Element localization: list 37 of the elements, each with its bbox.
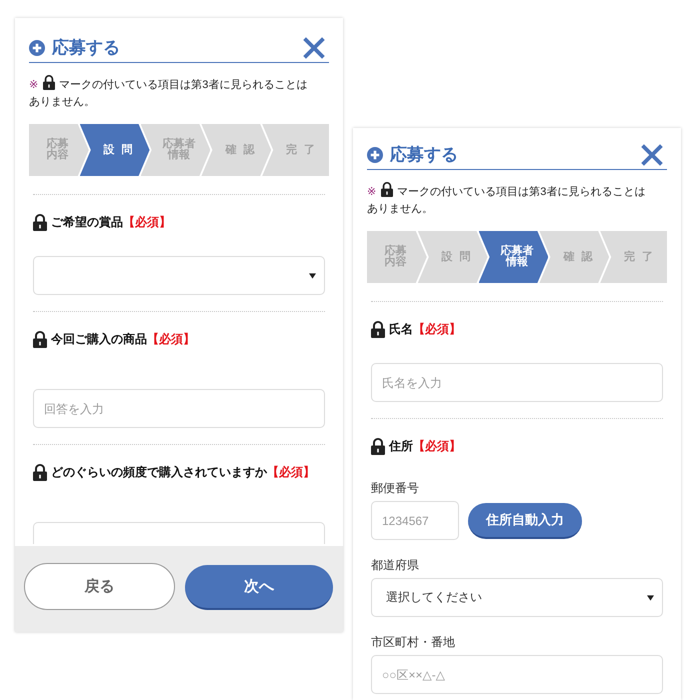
field-label: 郵便番号 (371, 480, 420, 496)
next-button[interactable]: 次へ (184, 565, 333, 610)
dropdown-field[interactable] (33, 256, 325, 295)
lock-icon (381, 182, 394, 197)
question-label: 住所 (389, 438, 413, 455)
field-label: 市区町村・番地 (371, 634, 456, 650)
close-icon[interactable] (640, 143, 664, 167)
dropdown-field[interactable]: 選択してください (371, 578, 663, 617)
question-label: どのぐらいの頻度で購入されていますか (51, 464, 267, 481)
dialog-title: 応募する (52, 37, 121, 59)
privacy-notice: ※ マークの付いている項目は第3者に見られることはありません。 (367, 182, 653, 218)
caret-icon (647, 594, 654, 600)
field-label: 都道府県 (371, 557, 420, 573)
text-input[interactable]: ○○区××△-△ (371, 655, 663, 694)
caret-icon (309, 272, 316, 278)
plus-circle-icon (29, 40, 45, 56)
plus-circle-icon (367, 147, 383, 163)
close-icon[interactable] (302, 36, 326, 60)
question-label: ご希望の賞品 (51, 214, 123, 231)
address-lookup-button[interactable]: 住所自動入力 (468, 502, 582, 538)
back-button[interactable]: 戻る (24, 563, 174, 610)
question-label: 氏名 (389, 321, 413, 338)
required-tag: 【必須】 (413, 320, 461, 338)
question-label: 今回ご購入の商品 (51, 331, 147, 348)
required-tag: 【必須】 (413, 437, 461, 455)
required-tag: 【必須】 (147, 330, 195, 348)
postal-code-input[interactable]: 1234567 (371, 501, 459, 540)
progress-step: 完 了 (262, 124, 329, 176)
progress-step: 完 了 (600, 231, 667, 283)
required-tag: 【必須】 (123, 213, 171, 231)
progress-step: 応募者情報 (478, 231, 548, 283)
lock-icon (43, 75, 56, 90)
text-input[interactable]: 氏名を入力 (371, 363, 663, 402)
dialog-title: 応募する (390, 144, 459, 166)
required-tag: 【必須】 (267, 463, 315, 481)
privacy-notice: ※ マークの付いている項目は第3者に見られることはありません。 (29, 75, 315, 111)
answer-box[interactable]: 回答を入力 (33, 389, 325, 428)
